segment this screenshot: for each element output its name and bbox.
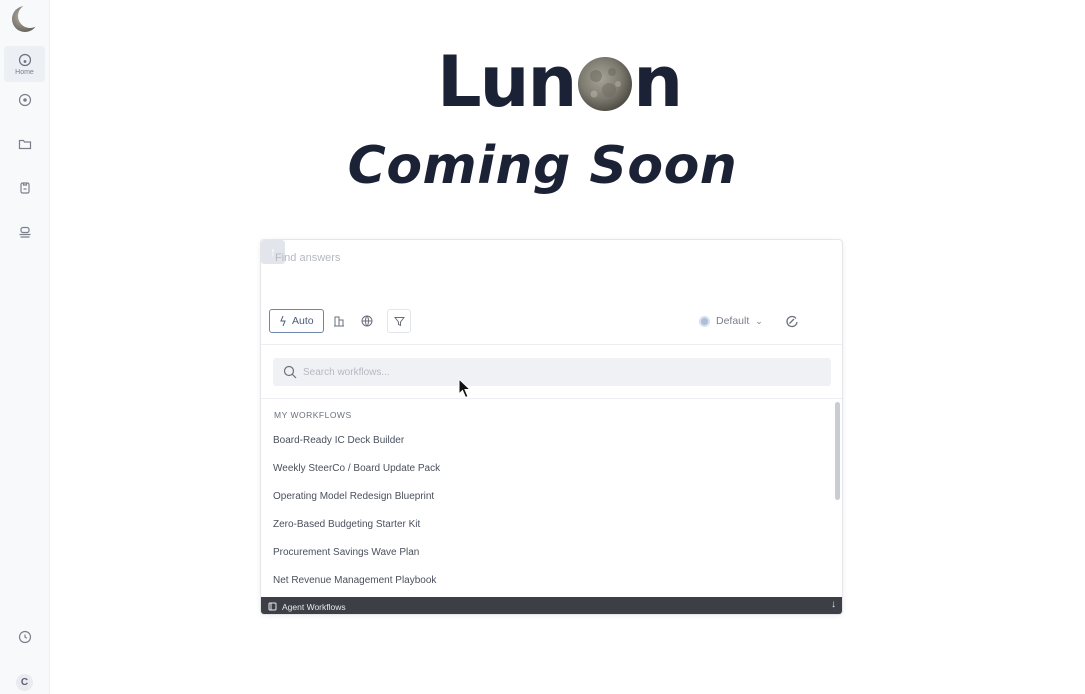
sidebar-item-home[interactable]: Home xyxy=(4,46,45,82)
page-title: Coming Soon xyxy=(347,136,738,196)
refresh-icon xyxy=(786,315,798,328)
model-dot-icon xyxy=(699,315,710,327)
model-select[interactable]: Default ⌄ xyxy=(699,309,763,333)
divider xyxy=(261,398,842,399)
app-root: Home C Lun n Coming Soon Find answers Au… xyxy=(0,0,1085,694)
sidebar: Home C xyxy=(0,0,50,694)
ask-panel: Find answers Auto Default ⌄ ↑ Search wor… xyxy=(260,239,843,615)
auto-mode-button[interactable]: Auto xyxy=(269,309,324,333)
sidebar-item-history[interactable] xyxy=(4,619,45,655)
filter-button[interactable] xyxy=(387,309,411,333)
workflow-search[interactable] xyxy=(273,358,831,386)
clock-icon xyxy=(18,630,31,644)
web-source-button[interactable] xyxy=(356,310,378,332)
moon-logo-icon[interactable] xyxy=(9,3,41,35)
agent-workflows-label: Agent Workflows xyxy=(282,601,346,612)
refresh-button[interactable] xyxy=(781,310,803,332)
list-item[interactable]: Operating Model Redesign Blueprint xyxy=(273,491,434,502)
list-item[interactable]: Zero-Based Budgeting Starter Kit xyxy=(273,519,420,530)
divider xyxy=(261,344,842,345)
building-icon xyxy=(334,316,344,327)
sidebar-item-agents[interactable] xyxy=(4,214,45,250)
scrollbar[interactable] xyxy=(835,402,840,500)
auto-mode-label: Auto xyxy=(292,315,314,327)
chevron-down-icon: ⌄ xyxy=(755,315,763,326)
section-title: MY WORKFLOWS xyxy=(274,410,352,420)
list-item[interactable]: Net Revenue Management Playbook xyxy=(273,575,436,586)
workflow-icon xyxy=(268,602,277,611)
sparkle-icon xyxy=(280,315,286,327)
chat-icon xyxy=(18,93,31,107)
brand-logo: Lun n xyxy=(437,41,683,123)
list-item[interactable]: Procurement Savings Wave Plan xyxy=(273,547,419,558)
list-item[interactable]: Board-Ready IC Deck Builder xyxy=(273,435,404,446)
sidebar-item-label: Home xyxy=(15,69,34,76)
home-icon xyxy=(18,53,31,67)
sidebar-item-chat[interactable] xyxy=(4,82,45,118)
mouse-cursor-icon xyxy=(458,378,472,399)
model-select-label: Default xyxy=(716,315,750,327)
search-icon xyxy=(283,365,297,379)
filter-icon xyxy=(393,316,405,326)
arrow-down-icon[interactable]: ↓ xyxy=(831,599,836,610)
bot-icon xyxy=(19,226,30,238)
workflow-search-input[interactable] xyxy=(303,366,803,378)
moon-icon xyxy=(578,56,633,111)
query-input[interactable]: Find answers xyxy=(275,252,340,264)
agent-workflows-bar[interactable]: Agent Workflows ↓ xyxy=(261,597,842,614)
brand-text-start: Lun xyxy=(437,41,577,123)
workflow-list: MY WORKFLOWS Board-Ready IC Deck Builder… xyxy=(261,400,836,596)
globe-icon xyxy=(361,315,373,327)
list-item[interactable]: Weekly SteerCo / Board Update Pack xyxy=(273,463,440,474)
avatar[interactable]: C xyxy=(16,674,33,691)
brand-text-end: n xyxy=(633,41,683,123)
documents-source-button[interactable] xyxy=(328,310,350,332)
